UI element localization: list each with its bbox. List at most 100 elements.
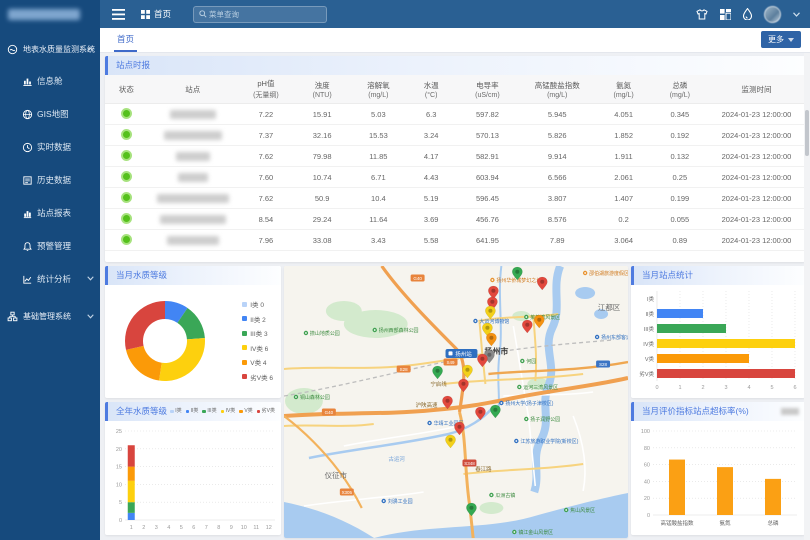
fullscreen-icon[interactable] [720, 9, 731, 20]
sidebar-item-信息舱[interactable]: 信息舱 [0, 64, 100, 97]
svg-text:0: 0 [647, 513, 650, 519]
svg-text:3: 3 [724, 385, 727, 391]
svg-text:I类: I类 [647, 295, 655, 303]
scrollbar-thumb[interactable] [805, 110, 809, 156]
monitor-time-cell: 2024-01-23 12:00:00 [708, 146, 805, 167]
column-header-pH值: pH值(无量纲) [238, 75, 294, 104]
exceedance-rate-panel: 当月评价指标站点超标率(%) 020406080100高锰酸盐指数氨氮总磷 [631, 402, 805, 535]
history-data-icon [22, 175, 32, 185]
theme-skin-icon[interactable] [696, 9, 708, 20]
table-cell: 3.064 [596, 230, 652, 251]
logo-redacted [8, 9, 80, 20]
monitor-time-cell: 2024-01-23 12:00:00 [708, 230, 805, 251]
svg-text:春江路: 春江路 [475, 465, 492, 473]
svg-text:3: 3 [155, 525, 158, 531]
monitor-time-cell: 2024-01-23 12:00:00 [708, 209, 805, 230]
svg-text:2: 2 [701, 385, 704, 391]
svg-text:S28: S28 [599, 362, 607, 367]
tab-home[interactable]: 首页 [114, 28, 137, 52]
svg-text:12: 12 [266, 525, 272, 531]
chevron-down-icon [788, 38, 794, 42]
table-cell: 1.407 [596, 188, 652, 209]
more-button[interactable]: 更多 [761, 31, 801, 48]
table-cell: 0.2 [596, 209, 652, 230]
legend-item[interactable]: IV类 [221, 402, 236, 421]
status-online-dot [121, 213, 132, 224]
legend-item[interactable]: III类 [202, 402, 216, 421]
table-cell: 7.22 [238, 104, 294, 125]
svg-text:宁启线: 宁启线 [430, 380, 447, 388]
svg-text:劣V类: 劣V类 [639, 370, 654, 378]
legend-item[interactable]: II类 2 [242, 314, 273, 324]
table-cell: 0.345 [652, 104, 708, 125]
svg-text:8: 8 [217, 525, 220, 531]
sidebar-section-基础管理系统[interactable]: 基础管理系统 [0, 301, 100, 331]
table-cell: 6.71 [350, 167, 406, 188]
table-cell: 603.94 [456, 167, 519, 188]
sidebar-item-预警管理[interactable]: 预警管理 [0, 229, 100, 262]
sidebar-item-站点报表[interactable]: 站点报表 [0, 196, 100, 229]
legend-item[interactable]: II类 [186, 402, 199, 421]
sidebar-item-label: 统计分析 [37, 273, 71, 285]
panel-link-redacted[interactable] [781, 408, 799, 415]
chevron-up-icon [87, 47, 94, 52]
svg-text:6: 6 [192, 525, 195, 531]
scrollbar-track[interactable] [804, 52, 810, 540]
svg-text:江都区: 江都区 [598, 303, 621, 312]
sidebar-item-GIS地图[interactable]: GIS地图 [0, 97, 100, 130]
table-cell: 6.566 [519, 167, 596, 188]
sidebar-item-历史数据[interactable]: 历史数据 [0, 163, 100, 196]
legend-item[interactable]: IV类 6 [242, 343, 273, 353]
svg-text:焦山风景区: 焦山风景区 [570, 507, 595, 514]
station-name-redacted [170, 110, 216, 119]
table-cell: 4.43 [406, 167, 455, 188]
legend-item[interactable]: I类 [170, 402, 181, 421]
exceedance-rate-title: 当月评价指标站点超标率(%) [642, 402, 749, 421]
station-table-body: 7.2215.915.036.3597.825.9454.0510.345202… [105, 104, 805, 251]
stacked-bar-chart: 0510152025123456789101112 [105, 421, 281, 534]
table-row: 7.6250.910.45.19596.453.8071.4070.199202… [105, 188, 805, 209]
legend-item[interactable]: I类 0 [242, 299, 273, 309]
system-icon [7, 44, 18, 55]
table-cell: 5.826 [519, 125, 596, 146]
sidebar-item-实时数据[interactable]: 实时数据 [0, 130, 100, 163]
svg-text:运河三湾风景区: 运河三湾风景区 [523, 384, 558, 391]
table-cell: 10.4 [350, 188, 406, 209]
water-drop-icon[interactable] [743, 8, 752, 20]
table-cell: 7.37 [238, 125, 294, 146]
sidebar-section-地表水质量监测系统[interactable]: 地表水质量监测系统 [0, 34, 100, 64]
svg-text:G40: G40 [413, 276, 422, 281]
table-cell: 10.74 [294, 167, 350, 188]
column-header-高锰酸盐指数: 高锰酸盐指数(mg/L) [519, 75, 596, 104]
table-cell: 3.24 [406, 125, 455, 146]
user-avatar[interactable] [764, 6, 781, 23]
svg-text:5: 5 [119, 500, 122, 506]
sidebar-item-统计分析[interactable]: 统计分析 [0, 262, 100, 295]
legend-item[interactable]: 劣V类 [257, 402, 275, 421]
svg-text:10: 10 [116, 482, 122, 488]
menu-collapse-icon[interactable] [112, 9, 125, 20]
topbar-home-link[interactable]: 首页 [141, 8, 171, 20]
search-input[interactable] [207, 9, 321, 20]
legend-item[interactable]: V类 4 [242, 357, 273, 367]
legend-item[interactable]: V类 [239, 402, 252, 421]
yearly-quality-title: 全年水质等级 [116, 402, 167, 421]
user-menu-chevron-icon[interactable] [793, 12, 800, 17]
table-cell: 641.95 [456, 230, 519, 251]
map-panel[interactable]: 扬州市江都区仪征市扬州西部森林公园捺山地质公园铜山森林公园茱萸湾风景区何园运河三… [284, 266, 628, 538]
menu-search-box[interactable] [193, 6, 327, 23]
legend-item[interactable]: III类 3 [242, 328, 273, 338]
monthly-station-stats-title: 当月站点统计 [631, 266, 805, 285]
svg-text:V类: V类 [645, 355, 655, 363]
column-header-溶解氧: 溶解氧(mg/L) [350, 75, 406, 104]
table-row: 8.5429.2411.643.69456.768.5760.20.055202… [105, 209, 805, 230]
legend-item[interactable]: 劣V类 6 [242, 372, 273, 382]
table-row: 7.6279.9811.854.17582.919.9141.9110.1322… [105, 146, 805, 167]
svg-text:4: 4 [167, 525, 170, 531]
table-cell: 1.911 [596, 146, 652, 167]
sidebar-item-label: 实时数据 [37, 141, 71, 153]
table-cell: 32.16 [294, 125, 350, 146]
monitor-time-cell: 2024-01-23 12:00:00 [708, 167, 805, 188]
table-cell: 0.055 [652, 209, 708, 230]
sidebar-item-label: 预警管理 [37, 240, 71, 252]
